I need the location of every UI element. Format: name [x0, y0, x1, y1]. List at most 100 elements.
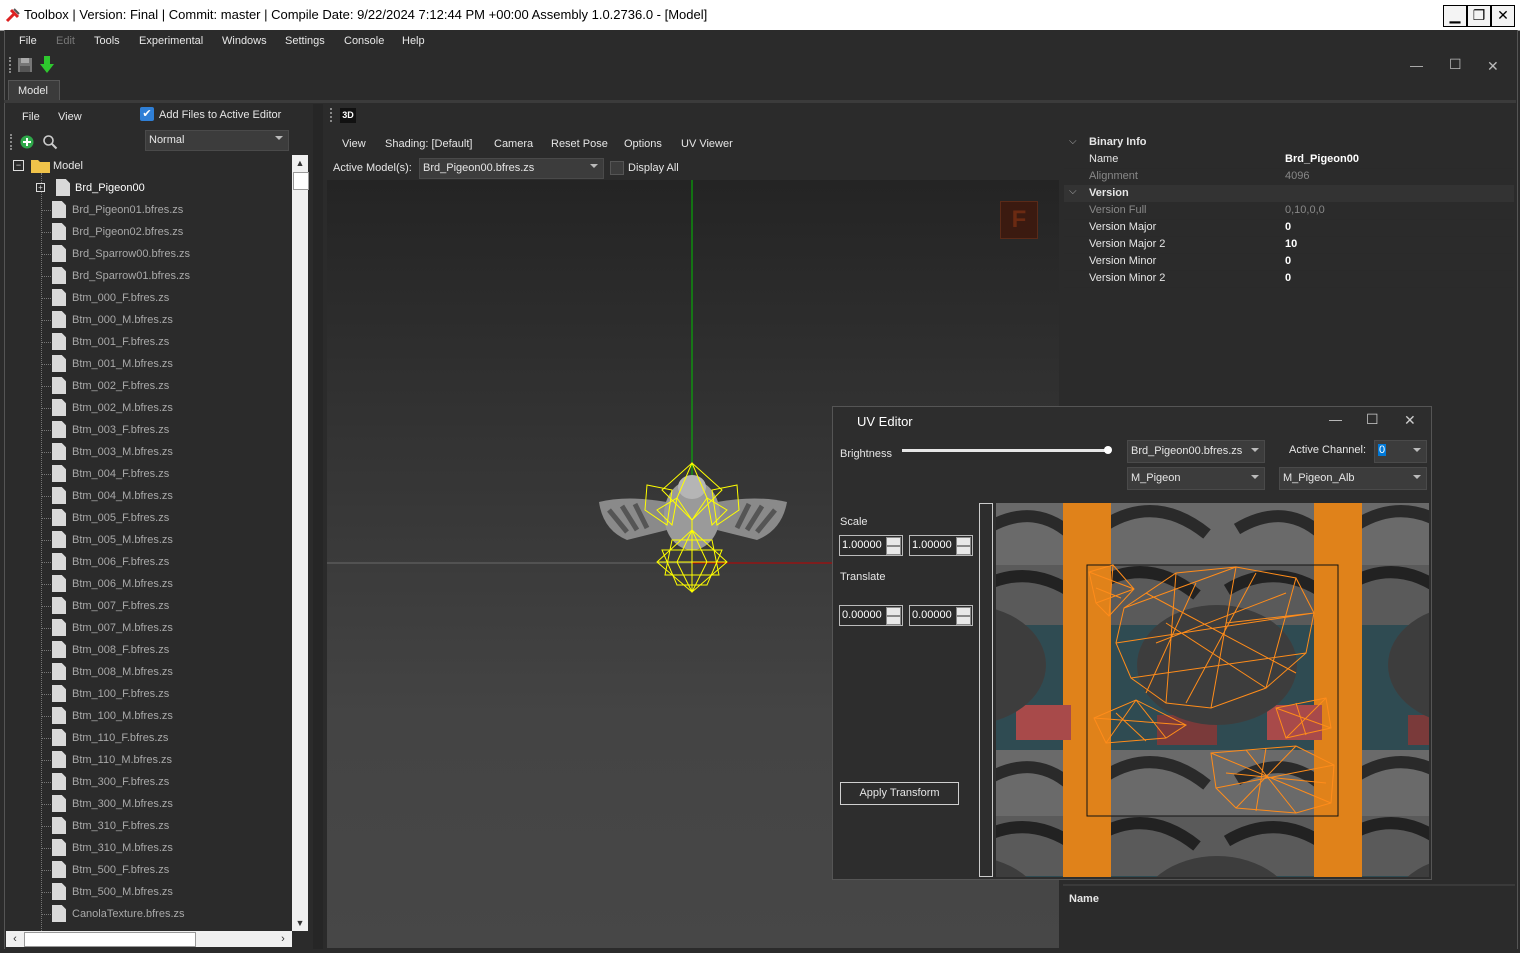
menu-console[interactable]: Console	[344, 35, 384, 47]
outliner-mode-dropdown[interactable]: Normal	[145, 130, 289, 151]
spin-up-icon[interactable]	[886, 537, 901, 546]
uv-splitter[interactable]	[979, 503, 993, 877]
spin-down-icon[interactable]	[886, 616, 901, 625]
menu-windows[interactable]: Windows	[222, 35, 267, 47]
prop-row-version-major-2[interactable]: Version Major 2 10	[1064, 236, 1514, 254]
tree-file-item[interactable]: Btm_100_M.bfres.zs	[10, 705, 292, 727]
spin-up-icon[interactable]	[956, 537, 971, 546]
tree-file-item[interactable]: Btm_001_M.bfres.zs	[10, 353, 292, 375]
tree-file-item[interactable]: Btm_004_M.bfres.zs	[10, 485, 292, 507]
translate-x-input[interactable]: 0.00000	[839, 605, 903, 626]
tree-file-item[interactable]: Btm_005_M.bfres.zs	[10, 529, 292, 551]
tree-file-item[interactable]: CanolaTexture.bfres.zs	[10, 903, 292, 925]
collapse-version-icon[interactable]: ⌵	[1069, 186, 1077, 197]
outliner-vertical-scrollbar[interactable]: ▲ ▼	[292, 155, 309, 931]
collapse-binary-info-icon[interactable]: ⌵	[1069, 136, 1077, 147]
tree-root-model[interactable]: Model	[53, 160, 83, 172]
spin-down-icon[interactable]	[886, 546, 901, 555]
outliner-horizontal-scrollbar[interactable]: ‹ ›	[6, 931, 292, 947]
collapse-toggle-icon[interactable]: −	[13, 160, 24, 171]
tree-file-item[interactable]: Btm_310_F.bfres.zs	[10, 815, 292, 837]
tree-file-item[interactable]: Btm_110_M.bfres.zs	[10, 749, 292, 771]
tree-file-item[interactable]: Btm_008_F.bfres.zs	[10, 639, 292, 661]
close-button[interactable]: ✕	[1491, 5, 1515, 27]
tree-file-item[interactable]: Btm_003_M.bfres.zs	[10, 441, 292, 463]
mdi-minimize-button[interactable]: —	[1410, 58, 1423, 73]
viewport-menu-reset-pose[interactable]: Reset Pose	[551, 138, 608, 150]
prop-row-version-major[interactable]: Version Major 0	[1064, 219, 1514, 237]
tree-file-item[interactable]: Btm_002_F.bfres.zs	[10, 375, 292, 397]
brightness-slider-track[interactable]	[902, 449, 1108, 452]
menu-file[interactable]: File	[19, 35, 37, 47]
hscroll-thumb[interactable]	[24, 932, 196, 947]
mdi-close-button[interactable]: ✕	[1487, 58, 1499, 75]
tree-file-item[interactable]: Btm_007_M.bfres.zs	[10, 617, 292, 639]
tree-file-item[interactable]: Btm_500_M.bfres.zs	[10, 881, 292, 903]
tree-file-item[interactable]: Brd_Sparrow00.bfres.zs	[10, 243, 292, 265]
spin-down-icon[interactable]	[956, 546, 971, 555]
active-channel-dropdown[interactable]: 0	[1374, 440, 1427, 463]
version-header-row[interactable]: ⌵ Version	[1064, 185, 1514, 202]
prop-row-alignment[interactable]: Alignment 4096	[1064, 168, 1514, 186]
tree-file-item[interactable]: Btm_110_F.bfres.zs	[10, 727, 292, 749]
mdi-maximize-button[interactable]: ☐	[1449, 56, 1462, 73]
viewport-menu-camera[interactable]: Camera	[494, 138, 533, 150]
scrollbar-thumb[interactable]	[293, 172, 309, 190]
display-all-checkbox[interactable]	[610, 161, 624, 175]
tree-file-item[interactable]: Btm_006_M.bfres.zs	[10, 573, 292, 595]
scale-y-input[interactable]: 1.00000	[909, 535, 973, 556]
prop-row-version-minor-2[interactable]: Version Minor 2 0	[1064, 270, 1514, 288]
tree-file-item[interactable]: Brd_Sparrow01.bfres.zs	[10, 265, 292, 287]
tree-file-item[interactable]: Brd_Pigeon01.bfres.zs	[10, 199, 292, 221]
menu-experimental[interactable]: Experimental	[139, 35, 203, 47]
brightness-slider-thumb[interactable]	[1104, 446, 1112, 454]
uv-minimize-button[interactable]: —	[1329, 412, 1342, 427]
binary-info-header[interactable]: Binary Info	[1089, 136, 1146, 148]
tab-3d[interactable]: 3D	[340, 108, 356, 123]
tree-file-item[interactable]: Btm_310_M.bfres.zs	[10, 837, 292, 859]
prop-row-version-minor[interactable]: Version Minor 0	[1064, 253, 1514, 271]
tree-file-item[interactable]: Btm_003_F.bfres.zs	[10, 419, 292, 441]
menu-tools[interactable]: Tools	[94, 35, 120, 47]
search-icon[interactable]	[42, 134, 58, 150]
prop-row-version-full[interactable]: Version Full 0,10,0,0	[1064, 202, 1514, 220]
tree-file-item[interactable]: Btm_100_F.bfres.zs	[10, 683, 292, 705]
outliner-menu-view[interactable]: View	[58, 111, 82, 123]
tree-file-item[interactable]: Btm_000_F.bfres.zs	[10, 287, 292, 309]
menu-edit[interactable]: Edit	[56, 35, 75, 47]
download-arrow-icon[interactable]	[39, 56, 55, 74]
translate-y-input[interactable]: 0.00000	[909, 605, 973, 626]
scale-x-input[interactable]: 1.00000	[839, 535, 903, 556]
panel-splitter[interactable]	[313, 104, 323, 949]
tree-file-item[interactable]: Btm_008_M.bfres.zs	[10, 661, 292, 683]
uv-maximize-button[interactable]: ☐	[1366, 411, 1379, 428]
viewport-menu-uv-viewer[interactable]: UV Viewer	[681, 138, 733, 150]
tree-file-item[interactable]: Btm_001_F.bfres.zs	[10, 331, 292, 353]
tree-file-item[interactable]: Btm_006_F.bfres.zs	[10, 551, 292, 573]
menu-settings[interactable]: Settings	[285, 35, 325, 47]
tree-item-brd-pigeon00[interactable]: Brd_Pigeon00	[75, 182, 145, 194]
scroll-up-icon[interactable]: ▲	[293, 156, 307, 170]
tree-file-item[interactable]: Btm_005_F.bfres.zs	[10, 507, 292, 529]
tree-file-item[interactable]: Btm_002_M.bfres.zs	[10, 397, 292, 419]
uv-model-dropdown[interactable]: Brd_Pigeon00.bfres.zs	[1127, 440, 1265, 463]
active-model-dropdown[interactable]: Brd_Pigeon00.bfres.zs	[419, 158, 604, 179]
scroll-down-icon[interactable]: ▼	[293, 916, 307, 930]
apply-transform-button[interactable]: Apply Transform	[840, 782, 959, 805]
uv-close-button[interactable]: ✕	[1404, 412, 1416, 429]
spin-down-icon[interactable]	[956, 616, 971, 625]
scroll-right-icon[interactable]: ›	[276, 932, 290, 946]
save-icon[interactable]	[17, 57, 33, 73]
outliner-menu-file[interactable]: File	[22, 111, 40, 123]
restore-button[interactable]: ❐	[1467, 5, 1491, 27]
spin-up-icon[interactable]	[886, 607, 901, 616]
tree-file-item[interactable]: Brd_Pigeon02.bfres.zs	[10, 221, 292, 243]
uv-canvas[interactable]	[996, 503, 1429, 877]
tree-file-item[interactable]: Btm_004_F.bfres.zs	[10, 463, 292, 485]
tree-file-item[interactable]: Btm_300_F.bfres.zs	[10, 771, 292, 793]
menu-help[interactable]: Help	[402, 35, 425, 47]
tree-file-item[interactable]: Btm_500_F.bfres.zs	[10, 859, 292, 881]
texture-dropdown[interactable]: M_Pigeon_Alb	[1279, 467, 1427, 490]
prop-row-name[interactable]: Name Brd_Pigeon00	[1064, 151, 1514, 169]
add-icon[interactable]	[20, 135, 34, 149]
